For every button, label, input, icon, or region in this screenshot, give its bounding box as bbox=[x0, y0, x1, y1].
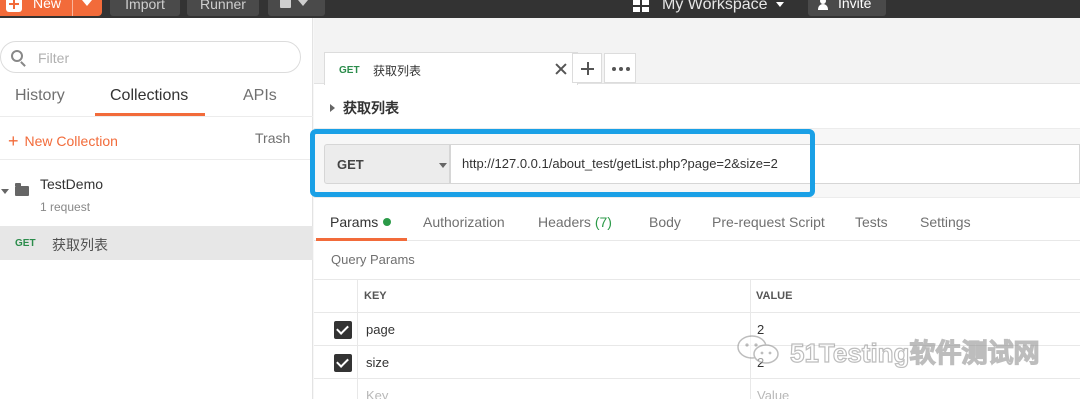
tab-body[interactable]: Body bbox=[649, 214, 681, 230]
column-header-value: VALUE bbox=[756, 290, 793, 302]
workspace-selector[interactable]: My Workspace bbox=[662, 0, 768, 14]
trash-link[interactable]: Trash bbox=[255, 130, 290, 146]
divider bbox=[0, 116, 313, 117]
tab-headers[interactable]: Headers (7) bbox=[538, 214, 612, 230]
query-params-title: Query Params bbox=[331, 252, 415, 267]
caret-right-icon bbox=[330, 104, 335, 112]
divider bbox=[72, 0, 73, 16]
workspace-grid-icon bbox=[633, 0, 651, 12]
new-collection-label: New Collection bbox=[24, 133, 118, 149]
new-window-button[interactable] bbox=[268, 0, 325, 16]
collection-item[interactable]: TestDemo 1 request bbox=[0, 168, 313, 222]
tab-tests[interactable]: Tests bbox=[855, 214, 888, 230]
table-header-row: KEY VALUE bbox=[314, 280, 1080, 313]
filter-input[interactable]: Filter bbox=[0, 41, 301, 73]
tab-pre-request-script[interactable]: Pre-request Script bbox=[712, 214, 825, 230]
plus-icon: + bbox=[8, 131, 19, 151]
tab-authorization[interactable]: Authorization bbox=[423, 214, 505, 230]
runner-button[interactable]: Runner bbox=[187, 0, 259, 16]
request-item[interactable]: GET 获取列表 bbox=[0, 226, 313, 260]
tab-apis[interactable]: APIs bbox=[243, 87, 277, 105]
url-bar: GET http://127.0.0.1/about_test/getList.… bbox=[310, 128, 1080, 198]
more-options-icon[interactable] bbox=[604, 53, 636, 83]
active-tab-indicator bbox=[316, 238, 407, 241]
filter-placeholder: Filter bbox=[38, 50, 70, 66]
add-tab-button[interactable] bbox=[572, 53, 602, 83]
tab-params-label: Params bbox=[330, 214, 379, 230]
request-tab[interactable]: GET 获取列表 bbox=[324, 52, 578, 85]
invite-button[interactable]: Invite bbox=[808, 0, 886, 16]
add-user-icon bbox=[818, 0, 828, 10]
new-collection-button[interactable]: + New Collection bbox=[8, 130, 118, 151]
chevron-down-icon[interactable] bbox=[776, 2, 784, 7]
key-placeholder[interactable]: Key bbox=[366, 388, 388, 399]
tab-params[interactable]: Params bbox=[330, 214, 392, 230]
chevron-down-icon[interactable] bbox=[82, 0, 92, 6]
checkbox-icon[interactable] bbox=[334, 321, 352, 339]
divider bbox=[0, 159, 313, 160]
wechat-icon bbox=[737, 335, 779, 364]
request-title[interactable]: 获取列表 bbox=[330, 98, 399, 118]
request-tab-method: GET bbox=[339, 65, 360, 76]
tab-headers-label: Headers bbox=[538, 214, 591, 230]
request-item-title: 获取列表 bbox=[52, 237, 108, 253]
column-header-key: KEY bbox=[364, 290, 387, 302]
param-key[interactable]: size bbox=[366, 355, 389, 370]
plus-icon bbox=[6, 0, 22, 12]
request-tab-title: 获取列表 bbox=[373, 64, 422, 78]
status-dot bbox=[383, 218, 392, 226]
highlight-annotation bbox=[310, 129, 815, 197]
param-key[interactable]: page bbox=[366, 322, 395, 337]
search-icon bbox=[11, 50, 23, 62]
value-placeholder[interactable]: Value bbox=[757, 388, 789, 399]
request-tabs-bar: GET 获取列表 bbox=[314, 18, 1080, 85]
watermark-text: 51Testing软件测试网 bbox=[789, 337, 1040, 368]
request-method-badge: GET bbox=[15, 238, 36, 249]
new-button-label: New bbox=[33, 0, 62, 11]
sidebar-tabs: History Collections APIs bbox=[0, 82, 313, 116]
invite-label: Invite bbox=[838, 0, 872, 11]
request-config-tabs: Params Authorization Headers (7) Body Pr… bbox=[314, 206, 1080, 241]
new-window-icon bbox=[280, 0, 291, 8]
request-title-text: 获取列表 bbox=[343, 100, 399, 116]
sidebar: Filter History Collections APIs + New Col… bbox=[0, 18, 313, 399]
collection-name: TestDemo bbox=[40, 176, 104, 192]
new-button[interactable]: New bbox=[0, 0, 102, 16]
tab-settings[interactable]: Settings bbox=[920, 214, 971, 230]
close-icon[interactable] bbox=[554, 62, 568, 76]
top-toolbar: New Import Runner My Workspace Invite bbox=[0, 0, 1080, 18]
collection-count: 1 request bbox=[40, 200, 91, 214]
checkbox-icon[interactable] bbox=[334, 354, 352, 372]
tab-collections[interactable]: Collections bbox=[110, 87, 188, 105]
folder-icon bbox=[15, 183, 29, 196]
table-row-new: Key Value bbox=[314, 379, 1080, 399]
watermark: 51Testing软件测试网 bbox=[735, 330, 1055, 370]
caret-down-icon[interactable] bbox=[1, 189, 9, 194]
chevron-down-icon bbox=[298, 0, 308, 6]
headers-count: (7) bbox=[594, 214, 612, 230]
tab-history[interactable]: History bbox=[15, 87, 65, 105]
import-button[interactable]: Import bbox=[110, 0, 180, 16]
